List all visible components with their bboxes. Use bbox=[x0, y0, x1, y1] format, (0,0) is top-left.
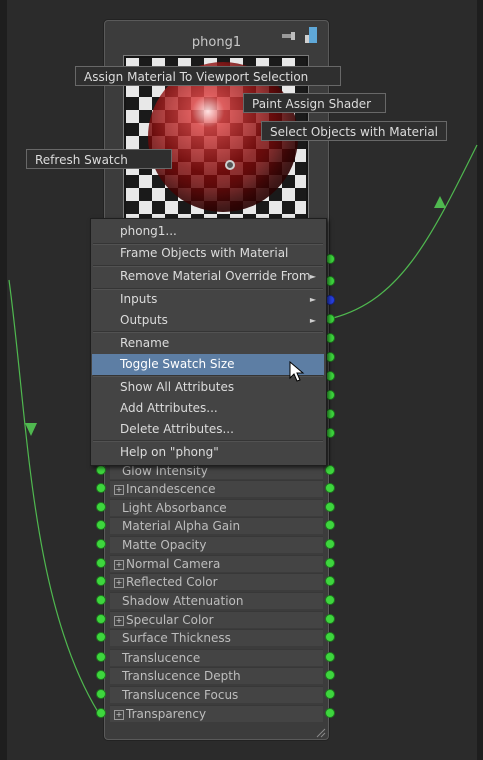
mouse-pointer-icon bbox=[289, 361, 305, 382]
output-port[interactable] bbox=[325, 708, 335, 718]
output-port[interactable] bbox=[325, 652, 335, 662]
attribute-row[interactable]: Matte Opacity bbox=[110, 536, 323, 553]
attribute-label: Material Alpha Gain bbox=[122, 519, 241, 533]
menu-item-label: Inputs bbox=[120, 292, 158, 306]
output-port[interactable] bbox=[325, 576, 335, 586]
output-port[interactable] bbox=[325, 595, 335, 605]
tooltip-paint-assign-shader[interactable]: Paint Assign Shader bbox=[243, 93, 386, 113]
context-menu: phong1... Frame Objects with Material Re… bbox=[90, 218, 327, 466]
attribute-row[interactable]: + Transparency bbox=[110, 705, 323, 722]
attribute-row[interactable]: + Specular Color bbox=[110, 611, 323, 628]
input-port[interactable] bbox=[96, 483, 106, 493]
swatch-center-handle-icon[interactable] bbox=[225, 160, 235, 170]
expand-icon[interactable]: + bbox=[114, 485, 124, 495]
attribute-row[interactable]: + Reflected Color bbox=[110, 573, 323, 590]
attribute-label: Matte Opacity bbox=[122, 538, 207, 552]
submenu-arrow-icon: ► bbox=[309, 295, 316, 304]
input-port[interactable] bbox=[96, 576, 106, 586]
tooltip-refresh-swatch[interactable]: Refresh Swatch bbox=[26, 149, 172, 169]
attribute-row[interactable]: Material Alpha Gain bbox=[110, 517, 323, 534]
menu-item-rename[interactable]: Rename bbox=[91, 333, 326, 354]
output-port[interactable] bbox=[325, 689, 335, 699]
menu-item-outputs[interactable]: Outputs ► bbox=[91, 310, 326, 331]
output-port[interactable] bbox=[325, 465, 335, 475]
attribute-label: Specular Color bbox=[126, 613, 214, 627]
input-port[interactable] bbox=[96, 558, 106, 568]
submenu-arrow-icon: ► bbox=[309, 316, 316, 325]
menu-item-node-name[interactable]: phong1... bbox=[91, 221, 326, 242]
tooltip-assign-material[interactable]: Assign Material To Viewport Selection bbox=[75, 66, 341, 86]
attribute-label: Transparency bbox=[126, 707, 207, 721]
attribute-label: Translucence bbox=[122, 651, 201, 665]
input-port[interactable] bbox=[96, 632, 106, 642]
connection-icon[interactable] bbox=[281, 30, 297, 42]
menu-item-label: Outputs bbox=[120, 313, 168, 327]
outgoing-wire[interactable] bbox=[332, 144, 478, 319]
menu-item-delete-attributes[interactable]: Delete Attributes... bbox=[91, 419, 326, 440]
input-port[interactable] bbox=[96, 502, 106, 512]
input-port[interactable] bbox=[96, 652, 106, 662]
attribute-row[interactable]: Translucence Focus bbox=[110, 686, 323, 703]
menu-item-add-attributes[interactable]: Add Attributes... bbox=[91, 398, 326, 419]
input-port[interactable] bbox=[96, 670, 106, 680]
attribute-label: Reflected Color bbox=[126, 575, 218, 589]
menu-item-frame-objects[interactable]: Frame Objects with Material bbox=[91, 243, 326, 264]
attribute-label: Normal Camera bbox=[126, 557, 221, 571]
wire-arrow-up-icon bbox=[434, 196, 446, 208]
attribute-label: Shadow Attenuation bbox=[122, 594, 244, 608]
incoming-wire[interactable] bbox=[8, 279, 99, 713]
attribute-row[interactable]: Translucence Depth bbox=[110, 667, 323, 684]
input-port[interactable] bbox=[96, 689, 106, 699]
attribute-row[interactable]: Surface Thickness bbox=[110, 629, 323, 646]
attribute-label: Glow Intensity bbox=[122, 464, 208, 478]
input-port[interactable] bbox=[96, 539, 106, 549]
expand-icon[interactable]: + bbox=[114, 616, 124, 626]
expand-icon[interactable]: + bbox=[114, 560, 124, 570]
menu-item-label: Remove Material Override From bbox=[120, 269, 311, 283]
output-port[interactable] bbox=[325, 483, 335, 493]
output-node-icon[interactable] bbox=[304, 26, 318, 44]
attribute-row[interactable]: Shadow Attenuation bbox=[110, 592, 323, 609]
output-port[interactable] bbox=[325, 539, 335, 549]
resize-grip-icon[interactable] bbox=[316, 728, 326, 738]
input-port[interactable] bbox=[96, 520, 106, 530]
input-port[interactable] bbox=[96, 614, 106, 624]
menu-item-inputs[interactable]: Inputs ► bbox=[91, 289, 326, 310]
menu-item-remove-override[interactable]: Remove Material Override From ► bbox=[91, 266, 326, 287]
attribute-row[interactable]: + Incandescence bbox=[110, 480, 323, 497]
input-port[interactable] bbox=[96, 595, 106, 605]
attribute-row[interactable]: Light Absorbance bbox=[110, 499, 323, 516]
attribute-row[interactable]: Translucence bbox=[110, 649, 323, 666]
output-port[interactable] bbox=[325, 632, 335, 642]
attribute-label: Translucence Depth bbox=[122, 669, 241, 683]
tooltip-select-objects[interactable]: Select Objects with Material bbox=[261, 121, 447, 141]
output-port[interactable] bbox=[325, 520, 335, 530]
attribute-label: Incandescence bbox=[126, 482, 216, 496]
menu-item-help[interactable]: Help on "phong" bbox=[91, 442, 326, 463]
input-port[interactable] bbox=[96, 708, 106, 718]
output-port[interactable] bbox=[325, 670, 335, 680]
attribute-row[interactable]: + Normal Camera bbox=[110, 555, 323, 572]
output-port[interactable] bbox=[325, 614, 335, 624]
attribute-label: Translucence Focus bbox=[122, 688, 239, 702]
input-port[interactable] bbox=[96, 465, 106, 475]
expand-icon[interactable]: + bbox=[114, 710, 124, 720]
output-port[interactable] bbox=[325, 502, 335, 512]
attribute-label: Light Absorbance bbox=[122, 501, 227, 515]
submenu-arrow-icon: ► bbox=[309, 272, 316, 281]
expand-icon[interactable]: + bbox=[114, 578, 124, 588]
attribute-label: Surface Thickness bbox=[122, 631, 231, 645]
wire-arrow-down-icon bbox=[25, 423, 37, 436]
output-port[interactable] bbox=[325, 558, 335, 568]
